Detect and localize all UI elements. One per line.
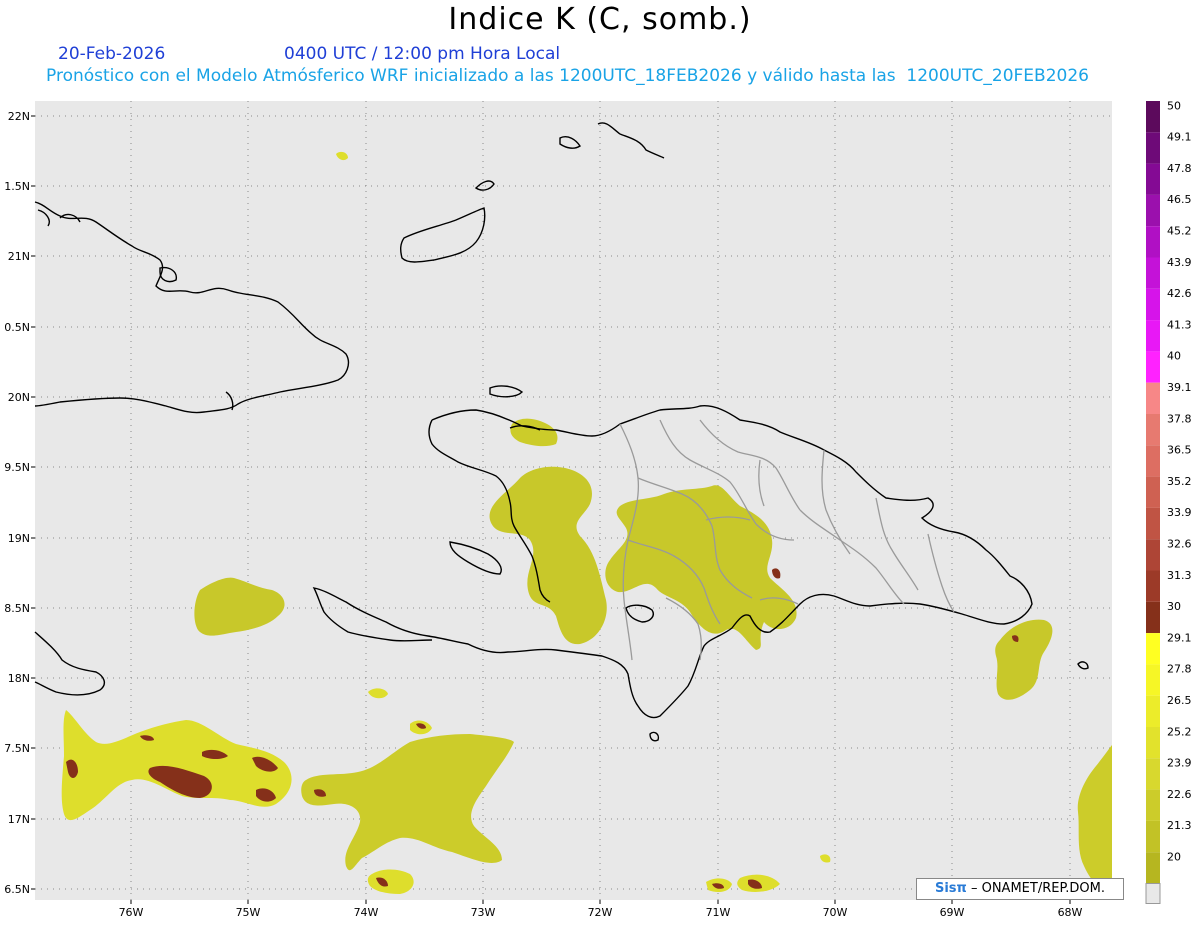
lon-tick-label: 68W: [1058, 906, 1083, 919]
colorbar-label: 27.8: [1167, 663, 1192, 676]
lat-tick-label: 19N: [8, 532, 30, 545]
colorbar-swatch: [1146, 476, 1160, 508]
colorbar-label: 37.8: [1167, 412, 1192, 425]
lat-tick-label: 21N: [8, 250, 30, 263]
colorbar-label: 35.2: [1167, 475, 1192, 488]
colorbar-swatch: [1146, 320, 1160, 352]
lon-tick-label: 75W: [236, 906, 261, 919]
lat-tick-label: 0.5N: [4, 321, 30, 334]
k-index-map: 22N 1.5N 21N 0.5N 20N 9.5N 19N 8.5N 18N …: [4, 99, 1192, 919]
colorbar-swatch: [1146, 101, 1160, 133]
colorbar-swatch: [1146, 727, 1160, 759]
colorbar-swatch: [1146, 382, 1160, 414]
colorbar-label: 31.3: [1167, 569, 1192, 582]
lat-tick-label: 18N: [8, 672, 30, 685]
lat-tick-label: 1.5N: [4, 180, 30, 193]
colorbar-label: 43.9: [1167, 256, 1192, 269]
colorbar-swatch: [1146, 664, 1160, 696]
credit-box: Sisπ – ONAMET/REP.DOM.: [916, 878, 1124, 900]
colorbar-label: 50: [1167, 99, 1181, 112]
colorbar-label: 20: [1167, 851, 1181, 864]
lon-tick-label: 70W: [823, 906, 848, 919]
colorbar-swatch: [1146, 507, 1160, 540]
colorbar-swatch: [1146, 852, 1160, 884]
lat-tick-label: 22N: [8, 110, 30, 123]
sispi-logo: Sisπ: [934, 881, 967, 896]
colorbar-label: 22.6: [1167, 788, 1192, 801]
lon-tick-label: 74W: [354, 906, 379, 919]
colorbar-label: 21.3: [1167, 819, 1192, 832]
lon-tick-label: 72W: [588, 906, 613, 919]
lon-tick-label: 73W: [471, 906, 496, 919]
lon-tick-label: 69W: [940, 906, 965, 919]
colorbar-label: 26.5: [1167, 694, 1192, 707]
colorbar-swatch: [1146, 132, 1160, 164]
colorbar-swatch: [1146, 194, 1160, 227]
lat-tick-label: 9.5N: [4, 461, 30, 474]
credit-text: – ONAMET/REP.DOM.: [970, 881, 1105, 896]
colorbar-swatch: [1146, 445, 1160, 477]
colorbar-label: 41.3: [1167, 318, 1192, 331]
colorbar-swatch: [1146, 351, 1160, 383]
colorbar-swatch: [1146, 414, 1160, 446]
colorbar-swatch: [1146, 570, 1160, 602]
lon-tick-label: 76W: [119, 906, 144, 919]
colorbar-swatch: [1146, 633, 1160, 665]
colorbar-label: 23.9: [1167, 757, 1192, 770]
colorbar-label: 39.1: [1167, 381, 1192, 394]
colorbar-label: 33.9: [1167, 506, 1192, 519]
colorbar-label: 29.1: [1167, 631, 1192, 644]
colorbar-label: 42.6: [1167, 287, 1192, 300]
lon-tick-label: 71W: [706, 906, 731, 919]
colorbar-swatch: [1146, 163, 1160, 195]
lat-tick-label: 8.5N: [4, 602, 30, 615]
colorbar-label: 46.5: [1167, 193, 1192, 206]
colorbar-swatch: [1146, 539, 1160, 571]
colorbar-swatch: [1146, 257, 1160, 289]
lat-tick-label: 6.5N: [4, 883, 30, 896]
colorbar-label: 40: [1167, 350, 1181, 363]
colorbar-swatch: [1146, 789, 1160, 821]
colorbar-swatch: [1146, 288, 1160, 321]
colorbar-label: 36.5: [1167, 444, 1192, 457]
colorbar-label: 49.1: [1167, 131, 1192, 144]
colorbar-swatch-empty: [1145, 883, 1161, 904]
colorbar-label: 45.2: [1167, 225, 1192, 238]
lat-tick-label: 17N: [8, 813, 30, 826]
colorbar-label: 32.6: [1167, 538, 1192, 551]
colorbar-swatch: [1146, 601, 1160, 634]
colorbar-swatch: [1146, 226, 1160, 258]
colorbar-label: 47.8: [1167, 162, 1192, 175]
colorbar-swatch: [1146, 758, 1160, 790]
colorbar-swatch: [1146, 695, 1160, 727]
colorbar-label: 25.2: [1167, 725, 1192, 738]
colorbar-label: 30: [1167, 600, 1181, 613]
lat-tick-label: 7.5N: [4, 742, 30, 755]
colorbar-swatch: [1146, 820, 1160, 853]
lat-tick-label: 20N: [8, 391, 30, 404]
colorbar: 50 49.1 47.8 46.5 45.2 43.9 42.6 41.3 40 39.1 37.8…: [1145, 99, 1192, 904]
